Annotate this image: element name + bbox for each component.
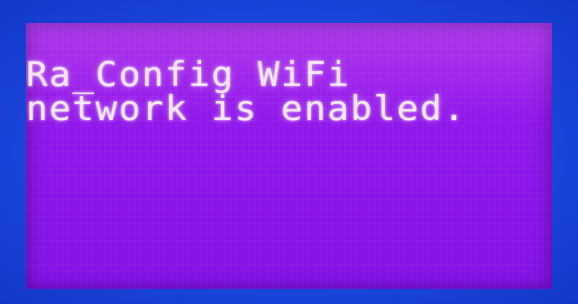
- display-bezel: Ra_Config WiFi network is enabled.: [0, 0, 578, 304]
- lcd-line-2: network is enabled.: [26, 90, 467, 129]
- lcd-screen: Ra_Config WiFi network is enabled.: [26, 23, 552, 289]
- lcd-line-1: Ra_Config WiFi: [26, 56, 351, 95]
